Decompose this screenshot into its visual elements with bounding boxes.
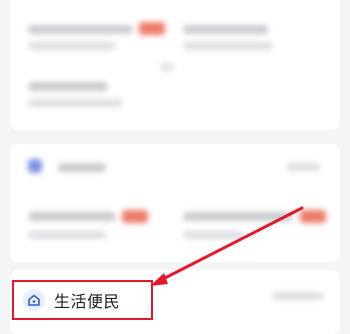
blurred-text	[183, 42, 273, 50]
blurred-text	[28, 231, 106, 239]
blurred-badge	[139, 22, 165, 35]
service-card-top	[10, 0, 340, 130]
blurred-icon	[28, 159, 42, 173]
blurred-text	[286, 163, 320, 171]
blurred-text	[28, 25, 133, 34]
blurred-text	[183, 25, 268, 34]
service-card-middle	[10, 144, 340, 262]
blurred-badge	[122, 210, 148, 223]
blurred-mark	[160, 62, 174, 72]
blurred-text	[28, 82, 108, 91]
blurred-text	[28, 212, 116, 221]
blurred-badge	[300, 210, 326, 223]
blurred-text	[28, 42, 116, 50]
blurred-text	[58, 163, 106, 172]
blurred-text	[183, 212, 293, 221]
highlight-box	[12, 280, 153, 320]
blurred-text	[28, 99, 123, 107]
blurred-text	[183, 231, 243, 239]
blurred-text	[272, 292, 324, 300]
